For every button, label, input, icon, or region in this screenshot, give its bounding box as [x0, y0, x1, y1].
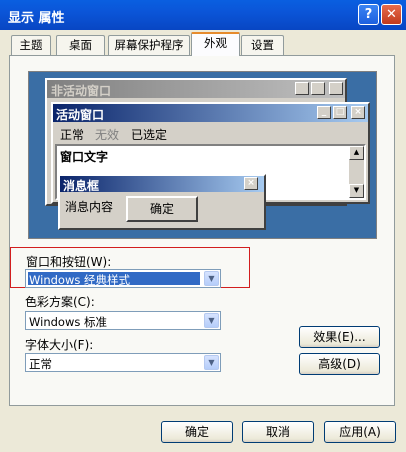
chevron-down-icon[interactable]: ▼ [204, 355, 219, 370]
help-button[interactable]: ? [358, 4, 379, 25]
maximize-icon: □ [333, 106, 347, 119]
maximize-icon: □ [311, 82, 325, 95]
font-size-value: 正常 [29, 357, 52, 371]
tab-themes[interactable]: 主题 [11, 35, 51, 55]
tab-desktop[interactable]: 桌面 [56, 35, 105, 55]
minimize-icon: _ [317, 106, 331, 119]
tab-screensaver[interactable]: 屏幕保护程序 [108, 35, 190, 55]
apply-button[interactable]: 应用(A) [324, 421, 396, 443]
window-text: 窗口文字 [60, 150, 109, 164]
minimize-icon: _ [295, 82, 309, 95]
color-scheme-value: Windows 标准 [29, 315, 107, 329]
menu-item-normal: 正常 [60, 128, 85, 142]
chevron-down-icon[interactable]: ▼ [204, 271, 219, 286]
cancel-button[interactable]: 取消 [242, 421, 314, 443]
scroll-up-icon: ▲ [349, 146, 364, 160]
menu-item-disabled: 无效 [95, 128, 120, 142]
windows-buttons-label: 窗口和按钮(W): [26, 255, 112, 269]
scroll-down-icon: ▼ [349, 184, 364, 198]
color-scheme-select[interactable]: Windows 标准 ▼ [25, 311, 221, 330]
effects-button[interactable]: 效果(E)... [299, 326, 380, 348]
chevron-down-icon[interactable]: ▼ [204, 313, 219, 328]
close-icon: × [329, 82, 343, 95]
close-icon: × [244, 177, 258, 190]
message-box-title: 消息框 [63, 179, 100, 193]
message-box-content: 消息内容 [65, 200, 114, 214]
inactive-window-titlebar: 非活动窗口 _ □ × [47, 80, 345, 98]
inactive-window-title: 非活动窗口 [51, 84, 112, 98]
active-window-title: 活动窗口 [56, 108, 105, 122]
windows-buttons-value: Windows 经典样式 [29, 273, 130, 287]
close-button[interactable]: ✕ [381, 4, 402, 25]
ok-button[interactable]: 确定 [161, 421, 233, 443]
preview-scrollbar: ▲ ▼ [349, 146, 364, 198]
active-window-titlebar: 活动窗口 _ □ × [53, 104, 368, 122]
color-scheme-label: 色彩方案(C): [25, 295, 95, 309]
message-box-preview: 消息框 × 消息内容 确定 [58, 174, 266, 230]
close-icon: × [351, 106, 365, 119]
font-size-select[interactable]: 正常 ▼ [25, 353, 221, 372]
tab-settings[interactable]: 设置 [241, 35, 284, 55]
message-box-ok-button: 确定 [126, 196, 198, 222]
windows-buttons-select[interactable]: Windows 经典样式 ▼ [25, 269, 221, 288]
window-title: 显示 属性 [8, 11, 65, 26]
menu-item-selected: 已选定 [131, 128, 168, 142]
title-bar[interactable]: 显示 属性 ? ✕ [0, 0, 406, 30]
tab-appearance[interactable]: 外观 [191, 32, 240, 56]
appearance-preview: 非活动窗口 _ □ × 活动窗口 _ □ × 正常 无效 已选定 窗口文字 ▲ … [28, 71, 377, 239]
message-box-titlebar: 消息框 × [60, 176, 264, 193]
advanced-button[interactable]: 高级(D) [299, 353, 380, 375]
font-size-label: 字体大小(F): [25, 338, 94, 352]
